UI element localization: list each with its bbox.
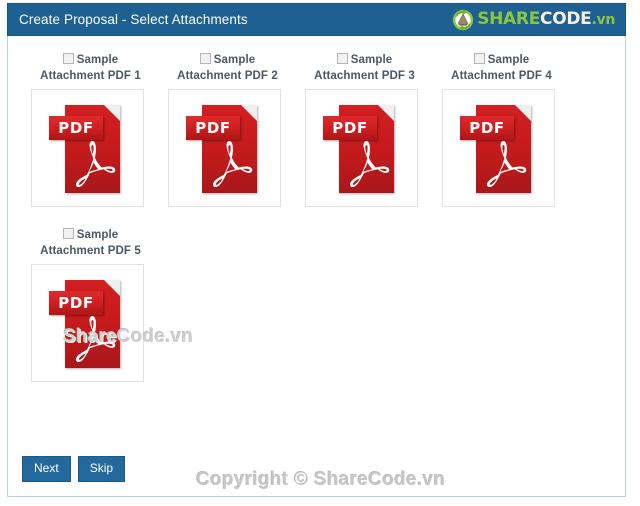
logo-text-code: CODE: [540, 9, 592, 29]
attachment-checkbox[interactable]: [199, 53, 211, 64]
attachment-label: Sample Attachment PDF 1: [22, 52, 159, 84]
logo-text-vn: .vn: [591, 12, 615, 28]
pdf-file-icon: PDF: [49, 99, 120, 197]
recycle-leaf-icon: [452, 9, 474, 31]
pdf-file-icon: PDF: [186, 99, 257, 197]
pdf-corner-fold-icon: [241, 105, 257, 121]
attachment-grid: Sample Attachment PDF 1 PDF Sample Attac…: [22, 52, 602, 402]
attachment-cell: Sample Attachment PDF 3 PDF: [296, 52, 433, 207]
attachment-card[interactable]: PDF: [168, 89, 281, 207]
acrobat-swirl-icon: [349, 141, 390, 188]
pdf-corner-fold-icon: [104, 105, 120, 121]
attachment-cell: Sample Attachment PDF 2 PDF: [159, 52, 296, 207]
attachment-cell: Sample Attachment PDF 4 PDF: [433, 52, 570, 207]
pdf-corner-fold-icon: [104, 280, 120, 296]
acrobat-swirl-icon: [75, 316, 116, 363]
pdf-banner: PDF: [323, 116, 377, 140]
attachment-label-line1: Sample: [76, 229, 119, 241]
pdf-banner: PDF: [49, 116, 103, 140]
attachment-checkbox[interactable]: [336, 53, 348, 64]
pdf-banner: PDF: [186, 116, 240, 140]
attachment-label: Sample Attachment PDF 2: [159, 52, 296, 84]
next-button[interactable]: Next: [22, 456, 71, 482]
pdf-banner-text: PDF: [58, 294, 94, 312]
attachment-label-line1: Sample: [213, 54, 256, 66]
pdf-banner-text: PDF: [469, 119, 505, 137]
page-title: Create Proposal - Select Attachments: [19, 12, 248, 27]
attachment-label-line2: Attachment PDF 2: [177, 70, 278, 82]
page-header: Create Proposal - Select Attachments SHA…: [7, 3, 626, 36]
pdf-banner-text: PDF: [332, 119, 368, 137]
attachment-card[interactable]: PDF: [31, 89, 144, 207]
logo-wordmark: SHARECODE.vn: [477, 11, 615, 28]
action-buttons: Next Skip: [22, 456, 126, 482]
attachment-label: Sample Attachment PDF 4: [433, 52, 570, 84]
pdf-banner-text: PDF: [195, 119, 231, 137]
logo-text-share: SHARE: [477, 9, 541, 29]
pdf-file-icon: PDF: [460, 99, 531, 197]
attachment-checkbox[interactable]: [62, 228, 74, 239]
attachment-card[interactable]: PDF: [305, 89, 418, 207]
page-bottom-spacer: [0, 499, 640, 506]
pdf-banner-text: PDF: [58, 119, 94, 137]
acrobat-swirl-icon: [486, 141, 527, 188]
attachment-label: Sample Attachment PDF 3: [296, 52, 433, 84]
acrobat-swirl-icon: [212, 141, 253, 188]
pdf-file-icon: PDF: [49, 274, 120, 372]
attachment-label-line2: Attachment PDF 1: [40, 70, 141, 82]
attachment-label-line2: Attachment PDF 3: [314, 70, 415, 82]
pdf-corner-fold-icon: [378, 105, 394, 121]
attachment-label-line1: Sample: [350, 54, 393, 66]
attachment-label-line1: Sample: [487, 54, 530, 66]
attachment-cell: Sample Attachment PDF 1 PDF: [22, 52, 159, 207]
attachment-card[interactable]: PDF: [442, 89, 555, 207]
attachment-label-line2: Attachment PDF 4: [451, 70, 552, 82]
pdf-corner-fold-icon: [515, 105, 531, 121]
attachment-card[interactable]: PDF: [31, 264, 144, 382]
skip-button[interactable]: Skip: [77, 456, 126, 482]
attachment-label: Sample Attachment PDF 5: [22, 227, 159, 259]
attachment-label-line1: Sample: [76, 54, 119, 66]
attachment-checkbox[interactable]: [473, 53, 485, 64]
sharecode-logo: SHARECODE.vn: [452, 9, 619, 31]
pdf-banner: PDF: [460, 116, 514, 140]
content-area: Sample Attachment PDF 1 PDF Sample Attac…: [8, 36, 625, 496]
attachment-cell: Sample Attachment PDF 5 PDF: [22, 227, 159, 382]
acrobat-swirl-icon: [75, 141, 116, 188]
attachment-label-line2: Attachment PDF 5: [40, 245, 141, 257]
pdf-file-icon: PDF: [323, 99, 394, 197]
pdf-banner: PDF: [49, 291, 103, 315]
attachment-checkbox[interactable]: [62, 53, 74, 64]
app-root: Create Proposal - Select Attachments SHA…: [0, 0, 640, 506]
